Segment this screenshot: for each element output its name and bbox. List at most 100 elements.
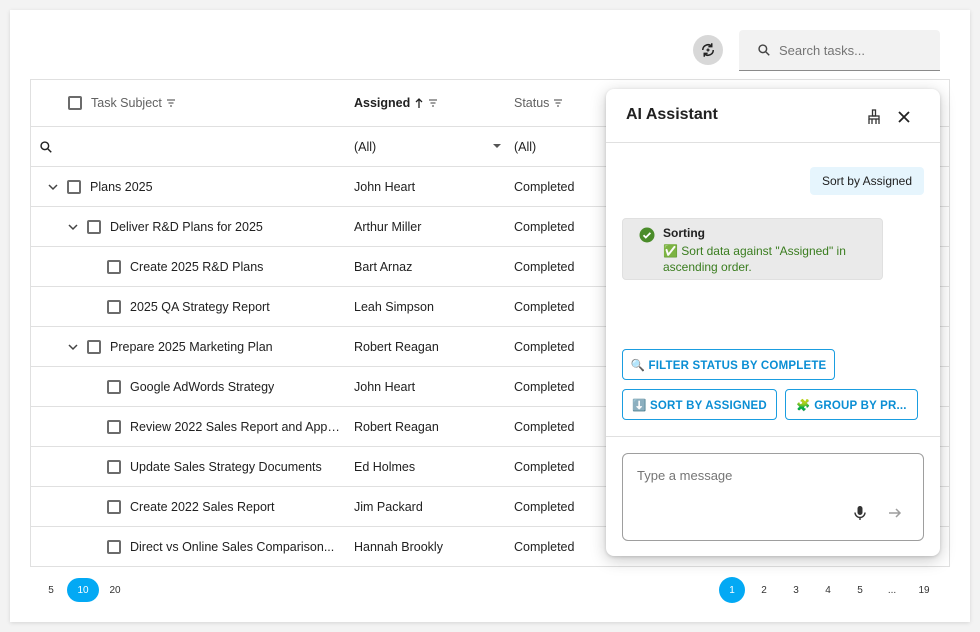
filter-icon[interactable] [166,98,176,108]
header-status[interactable]: Status [514,80,614,126]
cell-subject-text: Review 2022 Sales Report and Appr... [130,419,341,434]
row-checkbox[interactable] [107,259,121,274]
page-number[interactable]: 19 [911,577,937,603]
filter-subject-search[interactable] [39,127,53,166]
check-circle-icon [639,227,655,248]
suggestion-sort-assigned-button[interactable]: ⬇️ SORT BY ASSIGNED [622,389,777,420]
chevron-down-icon[interactable] [65,339,81,355]
cell-subject-text: 2025 QA Strategy Report [130,299,270,314]
cell-assigned: Robert Reagan [354,339,439,354]
assistant-message-title: Sorting [663,226,705,240]
page-size-option[interactable]: 20 [99,578,131,602]
cell-assigned: Bart Arnaz [354,259,413,274]
cell-subject-text: Plans 2025 [90,179,153,194]
page-number[interactable]: 3 [783,577,809,603]
refresh-button[interactable] [693,35,723,65]
row-checkbox[interactable] [107,499,121,514]
close-icon [898,111,910,123]
cell-subject: Create 2025 R&D Plans [31,247,341,286]
header-status-label: Status [514,96,550,110]
cell-status: Completed [514,379,575,394]
cell-subject-text: Deliver R&D Plans for 2025 [110,219,263,234]
cell-assigned: Leah Simpson [354,299,434,314]
row-checkbox[interactable] [107,459,121,474]
arrow-right-icon [889,508,902,518]
filter-assigned-select[interactable]: (All) [354,127,502,166]
cell-status: Completed [514,539,575,554]
page-size-option[interactable]: 10 [67,578,99,602]
search-input[interactable] [779,42,929,58]
message-input[interactable] [637,468,907,498]
cell-subject: Update Sales Strategy Documents [31,447,341,486]
cell-subject-text: Prepare 2025 Marketing Plan [110,339,273,354]
panel-divider [606,436,940,437]
cell-status: Completed [514,299,575,314]
header-subject[interactable]: Task Subject [31,80,341,126]
broom-icon [868,109,880,124]
cell-status: Completed [514,459,575,474]
row-checkbox[interactable] [107,419,121,434]
filter-status-value: (All) [514,139,537,154]
cell-subject-text: Create 2022 Sales Report [130,499,275,514]
send-button[interactable] [884,502,906,524]
cell-subject: Review 2022 Sales Report and Appr... [31,407,341,446]
cell-assigned: Arthur Miller [354,219,422,234]
voice-input-button[interactable] [849,502,871,524]
cell-status: Completed [514,419,575,434]
cell-status: Completed [514,339,575,354]
sort-ascending-icon[interactable] [414,97,424,109]
clear-chat-button[interactable] [863,106,885,128]
row-checkbox[interactable] [87,219,101,234]
row-checkbox[interactable] [107,299,121,314]
chevron-down-icon [492,140,502,154]
cell-subject-text: Google AdWords Strategy [130,379,275,394]
chevron-down-icon[interactable] [45,179,61,195]
cell-subject: Plans 2025 [31,167,341,206]
row-checkbox[interactable] [107,379,121,394]
assistant-message: Sorting ✅ Sort data against "Assigned" i… [622,218,883,280]
ai-refresh-icon [702,43,714,57]
filter-icon[interactable] [428,98,438,108]
cell-subject-text: Create 2025 R&D Plans [130,259,264,274]
row-checkbox[interactable] [107,539,121,554]
row-checkbox[interactable] [67,179,81,194]
row-checkbox[interactable] [87,339,101,354]
ai-panel-title: AI Assistant [626,106,718,123]
suggestion-group-by-button[interactable]: 🧩 GROUP BY PR... [785,389,918,420]
filter-status-select[interactable]: (All) [514,127,614,166]
suggestion-filter-status-button[interactable]: 🔍 FILTER STATUS BY COMPLETE [622,349,835,380]
page-size-option[interactable]: 5 [35,578,67,602]
page-navigator: 1 2 3 4 5... 19 [719,577,937,603]
cell-assigned: Ed Holmes [354,459,416,474]
page-ellipsis: ... [887,584,897,596]
page-number[interactable]: 1 [719,577,745,603]
cell-status: Completed [514,219,575,234]
cell-subject: Prepare 2025 Marketing Plan [31,327,341,366]
cell-subject-text: Update Sales Strategy Documents [130,459,322,474]
search-box[interactable] [739,30,940,71]
header-assigned[interactable]: Assigned [354,80,504,126]
page-number[interactable]: 4 [815,577,841,603]
assistant-message-text: ✅ Sort data against "Assigned" in ascend… [663,244,846,274]
search-icon [40,140,52,153]
cell-status: Completed [514,499,575,514]
cell-subject: 2025 QA Strategy Report [31,287,341,326]
cell-assigned: Robert Reagan [354,419,439,434]
cell-status: Completed [514,179,575,194]
cell-subject: Direct vs Online Sales Comparison... [31,527,341,566]
page-number[interactable]: 5 [847,577,873,603]
filter-icon[interactable] [553,98,563,108]
message-composer [622,453,924,541]
chevron-down-icon[interactable] [65,219,81,235]
select-all-checkbox[interactable] [68,96,82,110]
page-number[interactable]: 2 [751,577,777,603]
close-panel-button[interactable] [893,106,915,128]
cell-subject: Google AdWords Strategy [31,367,341,406]
cell-assigned: John Heart [354,179,416,194]
page-size-selector: 5 10 20 [35,577,131,603]
